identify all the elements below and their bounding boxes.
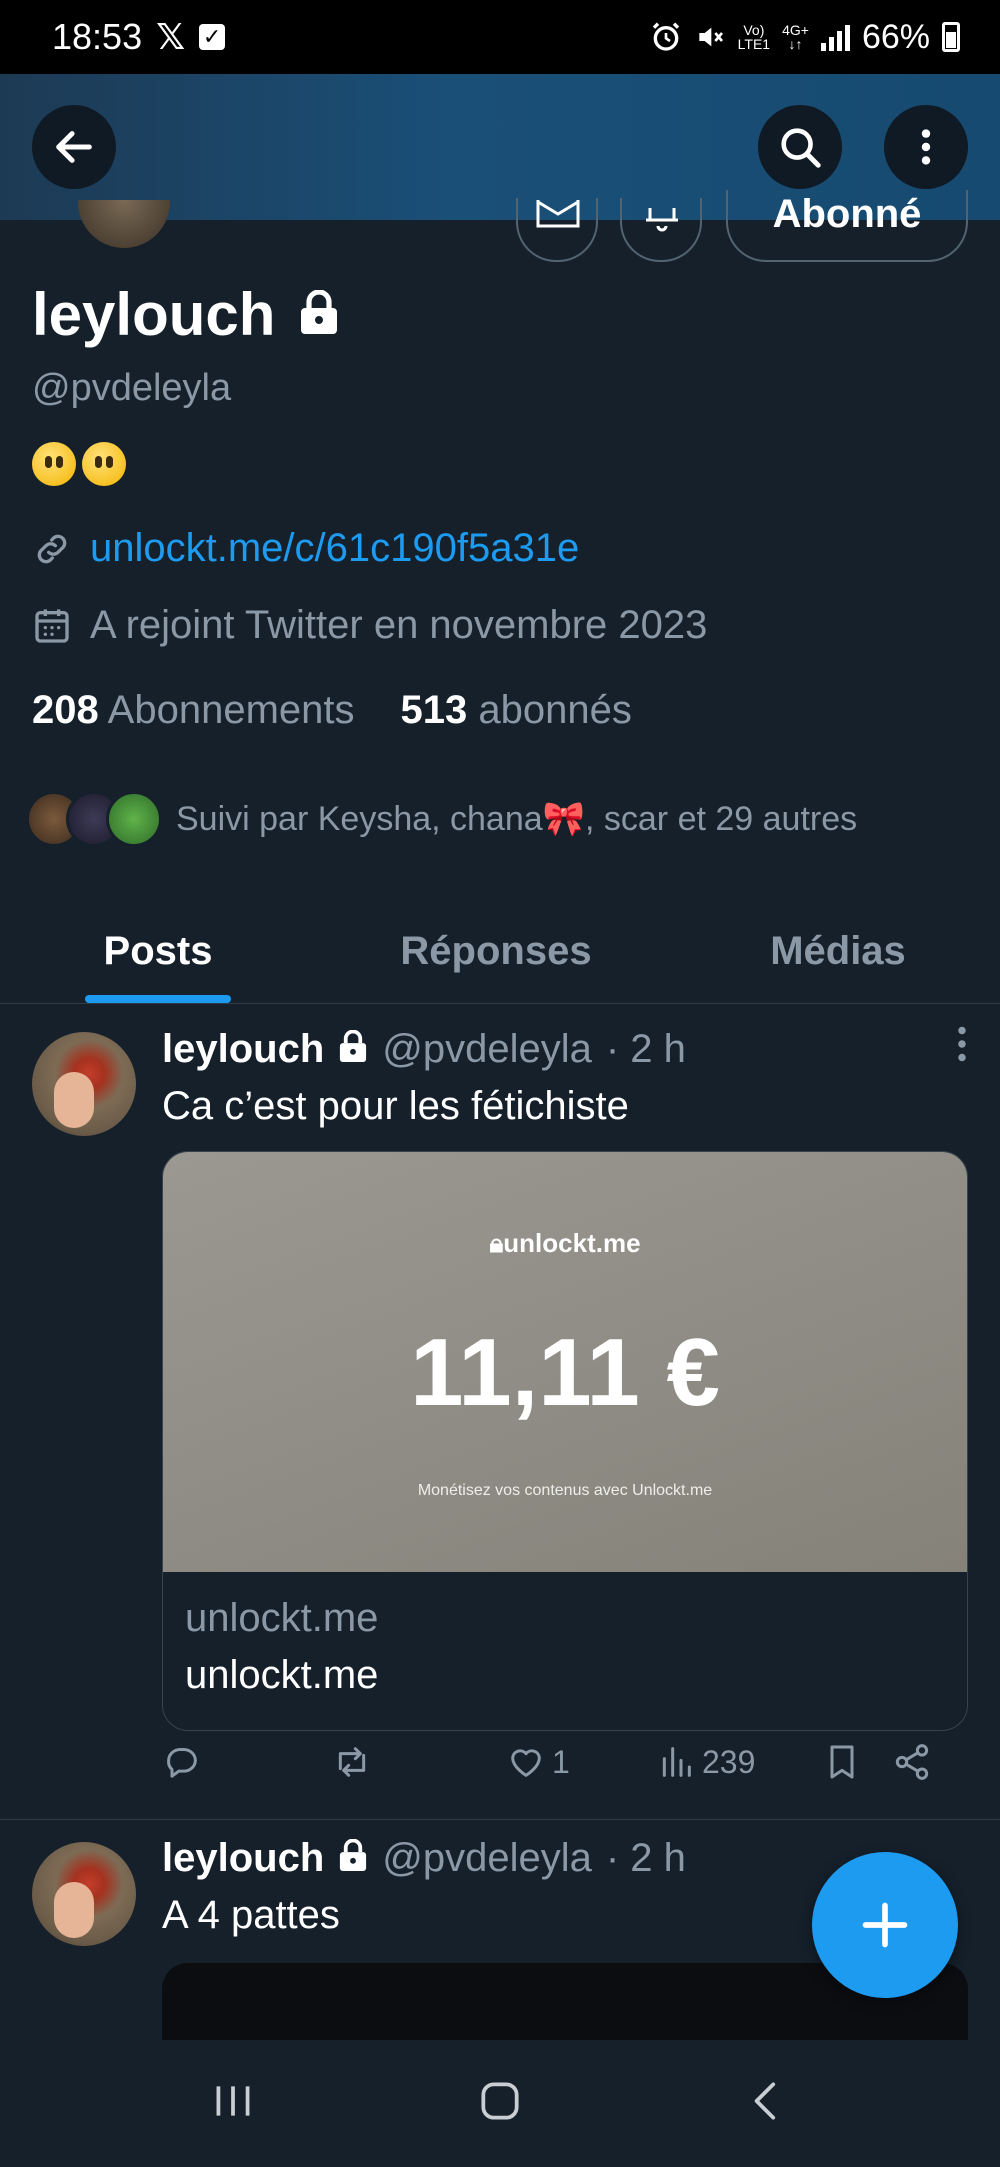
card-brand: 🔒︎unlockt.me — [489, 1228, 641, 1258]
reply-button[interactable] — [162, 1742, 332, 1782]
profile-handle: @pvdeleyla — [32, 367, 232, 409]
share-icon — [895, 1744, 929, 1780]
more-vertical-icon — [958, 1026, 966, 1062]
bell-icon — [646, 208, 678, 232]
card-subtitle: Monétisez vos contenus avec Unlockt.me — [417, 1482, 713, 1499]
message-button[interactable] — [516, 198, 598, 262]
plus-icon — [862, 1902, 908, 1948]
join-date-text: A rejoint Twitter en novembre 2023 — [90, 603, 708, 647]
bookmark-button[interactable] — [822, 1742, 892, 1782]
post-author-name: leylouch — [162, 1836, 325, 1880]
heart-icon — [511, 1749, 541, 1777]
home-button[interactable] — [475, 2076, 525, 2131]
post-author-handle: @pvdeleyla — [382, 1836, 592, 1880]
status-time: 18:53 — [52, 16, 143, 57]
volte-indicator: Vo) LTE1 — [737, 22, 771, 52]
lock-icon: 🔒︎ — [489, 1228, 504, 1258]
view-count: 239 — [702, 1743, 756, 1780]
profile-tabs: Posts Réponses Médias — [0, 900, 1000, 1004]
data-indicator: 4G+ ↓↑ — [782, 22, 809, 52]
lock-icon — [338, 1836, 368, 1881]
status-bar: 18:53 𝕏 ✓ Vo) LTE1 4G+ ↓↑ 66% — [0, 0, 1000, 74]
search-button[interactable] — [758, 105, 842, 189]
follower-avatars — [26, 791, 162, 847]
checkbox-notification-icon: ✓ — [199, 24, 226, 50]
search-icon — [781, 128, 821, 168]
profile-website: unlockt.me/c/61c190f5a31e — [32, 526, 972, 571]
battery-icon — [942, 22, 960, 52]
recent-apps-icon — [216, 2086, 250, 2116]
like-count: 1 — [552, 1743, 570, 1780]
share-button[interactable] — [892, 1742, 932, 1782]
post-avatar[interactable] — [32, 1032, 136, 1136]
profile-join-date: A rejoint Twitter en novembre 2023 — [32, 603, 972, 648]
reply-icon — [167, 1748, 197, 1778]
battery-percent: 66% — [861, 17, 930, 56]
post-avatar[interactable] — [32, 1842, 136, 1946]
more-vertical-icon — [921, 129, 931, 165]
follow-counts: 208 Abonnements 513 abonnés — [32, 688, 972, 733]
post[interactable]: leylouch @pvdeleyla · 2 h Ca c’est pour … — [0, 1004, 1000, 1820]
back-nav-button[interactable] — [742, 2076, 792, 2131]
lock-icon — [299, 289, 339, 339]
profile-avatar[interactable] — [78, 200, 170, 248]
card-domain: unlockt.me — [185, 1596, 379, 1640]
post-actions: 1 239 — [162, 1742, 962, 1782]
views-button[interactable]: 239 — [656, 1742, 822, 1782]
following-count-link[interactable]: 208 Abonnements — [32, 688, 355, 733]
arrow-left-icon — [56, 131, 92, 163]
following-button[interactable]: Abonné — [726, 190, 968, 262]
signal-icon — [820, 23, 850, 51]
face-without-mouth-emoji-icon — [32, 442, 76, 486]
post-text: Ca c’est pour les fétichiste — [162, 1084, 629, 1128]
profile-info: leylouch @pvdeleyla unlockt.me/c/61c190f… — [26, 280, 972, 847]
system-nav-bar — [0, 2040, 1000, 2167]
website-link[interactable]: unlockt.me/c/61c190f5a31e — [90, 526, 579, 571]
more-options-button[interactable] — [884, 105, 968, 189]
post-author-name: leylouch — [162, 1026, 325, 1071]
calendar-icon — [35, 608, 69, 643]
tab-media[interactable]: Médias — [676, 900, 1000, 1003]
face-without-mouth-emoji-icon — [82, 442, 126, 486]
lock-icon — [338, 1027, 368, 1072]
card-title: unlockt.me — [185, 1653, 379, 1697]
bookmark-icon — [830, 1745, 854, 1779]
mute-icon — [698, 27, 723, 47]
profile-name: leylouch — [32, 281, 276, 348]
x-logo-icon: 𝕏 — [156, 16, 186, 57]
analytics-icon — [662, 1747, 691, 1777]
tab-replies[interactable]: Réponses — [316, 900, 676, 1003]
repost-button[interactable] — [332, 1742, 506, 1782]
chevron-left-icon — [754, 2082, 775, 2120]
alarm-icon — [652, 22, 679, 51]
post-author-handle: @pvdeleyla — [382, 1026, 592, 1071]
post-more-button[interactable] — [956, 1026, 968, 1072]
compose-post-button[interactable] — [812, 1852, 958, 1998]
mail-icon — [536, 200, 580, 228]
post-time: · 2 h — [605, 1026, 686, 1071]
link-card-image: 🔒︎unlockt.me 11,11 € Monétisez vos conte… — [163, 1152, 967, 1572]
recent-apps-button[interactable] — [208, 2076, 258, 2131]
link-card[interactable]: 🔒︎unlockt.me 11,11 € Monétisez vos conte… — [162, 1151, 968, 1731]
post-time: · 2 h — [605, 1836, 686, 1880]
repost-icon — [338, 1747, 366, 1777]
back-button[interactable] — [32, 105, 116, 189]
followed-by[interactable]: Suivi par Keysha, chana🎀, scar et 29 aut… — [26, 791, 972, 847]
profile-bio — [32, 442, 972, 486]
tab-posts[interactable]: Posts — [0, 900, 316, 1003]
home-icon — [481, 2082, 519, 2120]
followers-count-link[interactable]: 513 abonnés — [401, 688, 632, 733]
followed-by-text: Suivi par Keysha, chana🎀, scar et 29 aut… — [176, 800, 858, 838]
notifications-button[interactable] — [620, 198, 702, 262]
card-price: 11,11 € — [410, 1319, 720, 1426]
link-icon — [37, 534, 67, 563]
like-button[interactable]: 1 — [506, 1742, 656, 1782]
